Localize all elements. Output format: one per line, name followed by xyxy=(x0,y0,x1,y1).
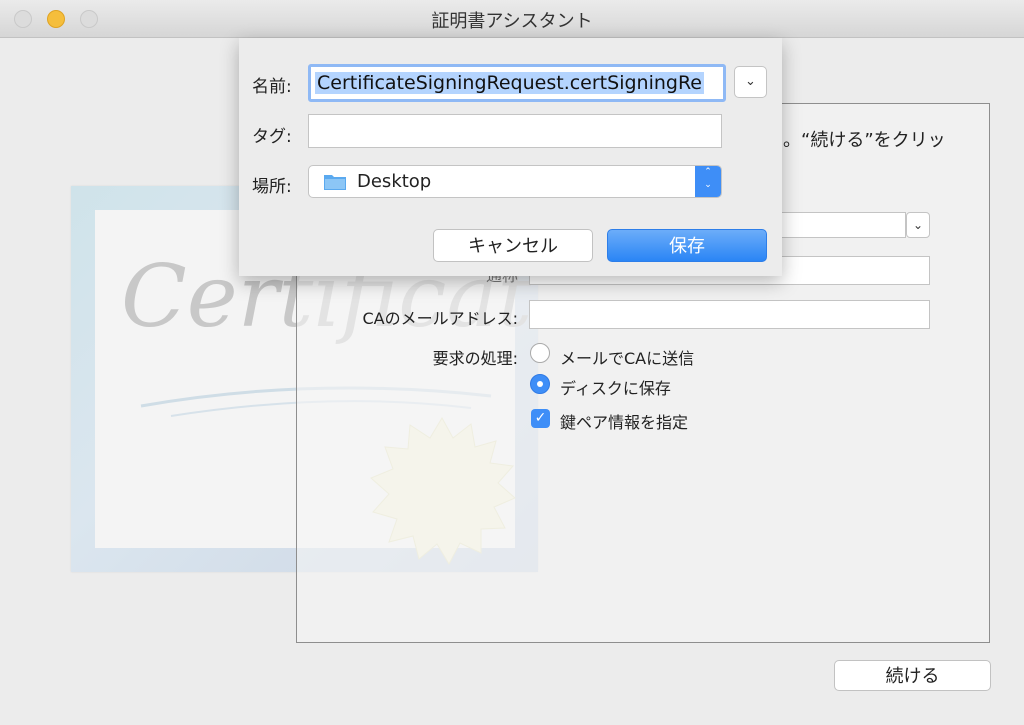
ca-email-label: CAのメールアドレス: xyxy=(362,309,518,328)
title-bar: 証明書アシスタント xyxy=(0,0,1024,38)
continue-button[interactable]: 続ける xyxy=(834,660,991,691)
save-sheet: 名前: CertificateSigningRequest.certSignin… xyxy=(239,38,782,276)
request-handling-label: 要求の処理: xyxy=(432,349,518,368)
certificate-assistant-window: 証明書アシスタント Certificate 。“続ける”をクリッ ⌄ 通称 CA… xyxy=(0,0,1024,725)
name-input-value: CertificateSigningRequest.certSigningRe xyxy=(315,72,704,94)
cancel-button[interactable]: キャンセル xyxy=(433,229,593,262)
instruction-text: 。“続ける”をクリッ xyxy=(783,130,946,151)
radio-save-to-disk-label: ディスクに保存 xyxy=(560,379,671,398)
radio-save-to-disk[interactable] xyxy=(530,374,550,394)
window-title: 証明書アシスタント xyxy=(431,11,593,32)
name-input[interactable]: CertificateSigningRequest.certSigningRe xyxy=(308,64,726,102)
location-value: Desktop xyxy=(357,171,432,192)
tags-input[interactable] xyxy=(308,114,722,148)
ca-selection-popup[interactable] xyxy=(780,212,906,238)
ca-email-field[interactable] xyxy=(529,300,930,329)
location-popup[interactable]: Desktop ⌃ ⌄ xyxy=(308,165,722,198)
tags-label: タグ: xyxy=(252,127,292,147)
location-label: 場所: xyxy=(252,177,292,197)
radio-email-ca[interactable] xyxy=(530,343,550,363)
name-label: 名前: xyxy=(252,77,292,97)
up-down-arrows-icon: ⌃ ⌄ xyxy=(695,166,721,197)
radio-email-ca-label: メールでCAに送信 xyxy=(560,349,695,368)
chevron-down-icon[interactable]: ⌄ xyxy=(906,212,930,238)
key-pair-checkbox-label: 鍵ペア情報を指定 xyxy=(560,413,689,432)
save-button[interactable]: 保存 xyxy=(607,229,767,262)
expand-chevron-icon[interactable]: ⌄ xyxy=(734,66,767,98)
folder-icon xyxy=(324,175,346,190)
key-pair-checkbox[interactable]: ✓ xyxy=(531,409,550,428)
